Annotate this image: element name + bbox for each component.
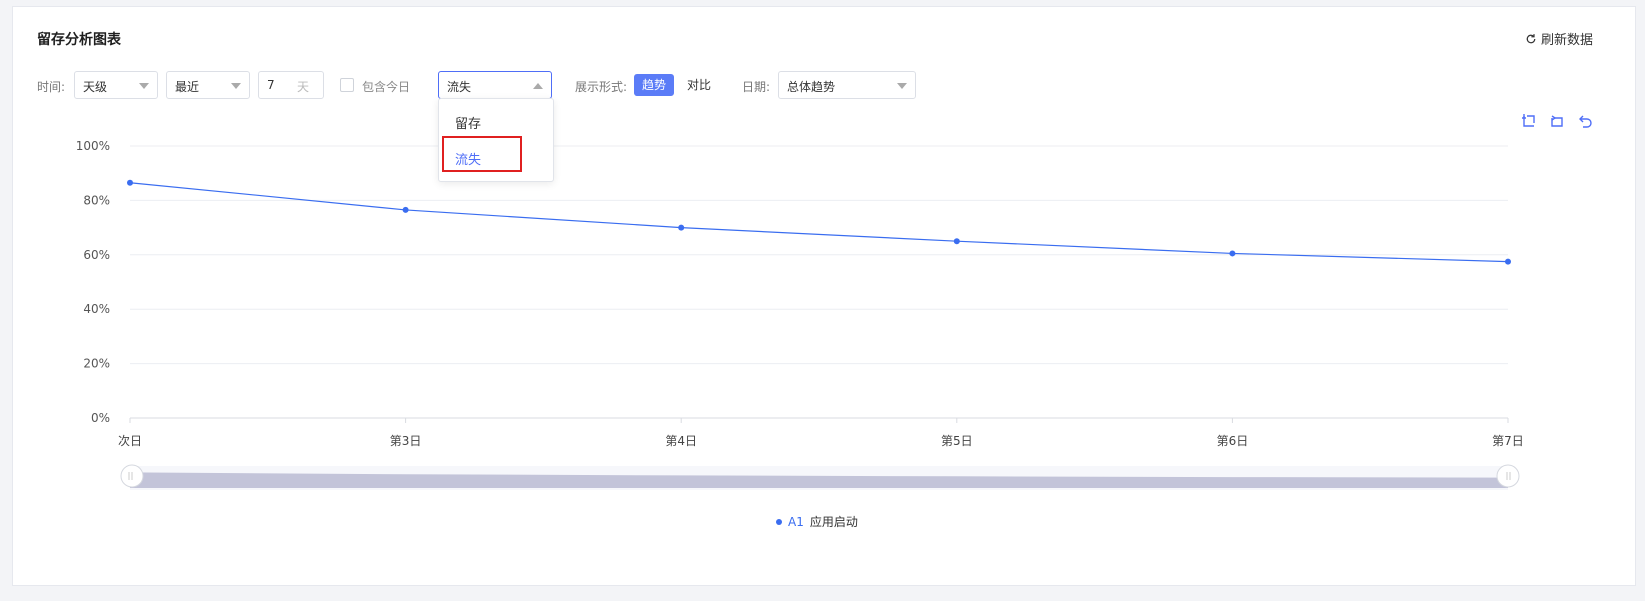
x-tick-label: 第3日: [390, 434, 422, 448]
y-tick-label: 40%: [83, 302, 110, 316]
x-tick-label: 第7日: [1492, 434, 1524, 448]
x-tick-label: 第4日: [665, 434, 697, 448]
legend-name: 应用启动: [809, 515, 858, 529]
retention-line-chart: 0% 20% 40% 60% 80% 100% 次日 第3日 第4日 第5日 第6日 第7日: [76, 139, 1524, 490]
y-tick-label: 80%: [83, 193, 110, 207]
y-tick-label: 60%: [83, 248, 110, 262]
chart-legend[interactable]: A1 应用启动: [776, 513, 858, 530]
x-tick-label: 第5日: [941, 434, 973, 448]
dropdown-option-retention[interactable]: 留存: [455, 113, 481, 132]
legend-prefix: A1: [788, 514, 804, 529]
x-tick-label: 第6日: [1217, 434, 1249, 448]
data-point: [1229, 250, 1236, 257]
y-tick-label: 100%: [76, 139, 110, 153]
series-line: [129, 182, 1509, 263]
legend-dot-icon: [776, 518, 782, 525]
zoom-handle-right: [1496, 464, 1520, 488]
y-tick-label: 0%: [91, 411, 110, 425]
dropdown-option-churn[interactable]: 流失: [455, 149, 481, 168]
data-point: [1505, 258, 1511, 265]
data-point: [127, 179, 133, 186]
data-point: [402, 206, 409, 213]
x-tick-label: 次日: [118, 434, 142, 448]
retention-panel: 留存分析图表 刷新数据 时间: 天级 最近 7 天 包含今日 流失 展示形式: …: [12, 6, 1636, 586]
type-dropdown-menu: 留存 流失: [438, 98, 554, 182]
data-point: [953, 238, 960, 245]
data-point: [678, 224, 685, 231]
y-tick-label: 20%: [83, 357, 110, 371]
